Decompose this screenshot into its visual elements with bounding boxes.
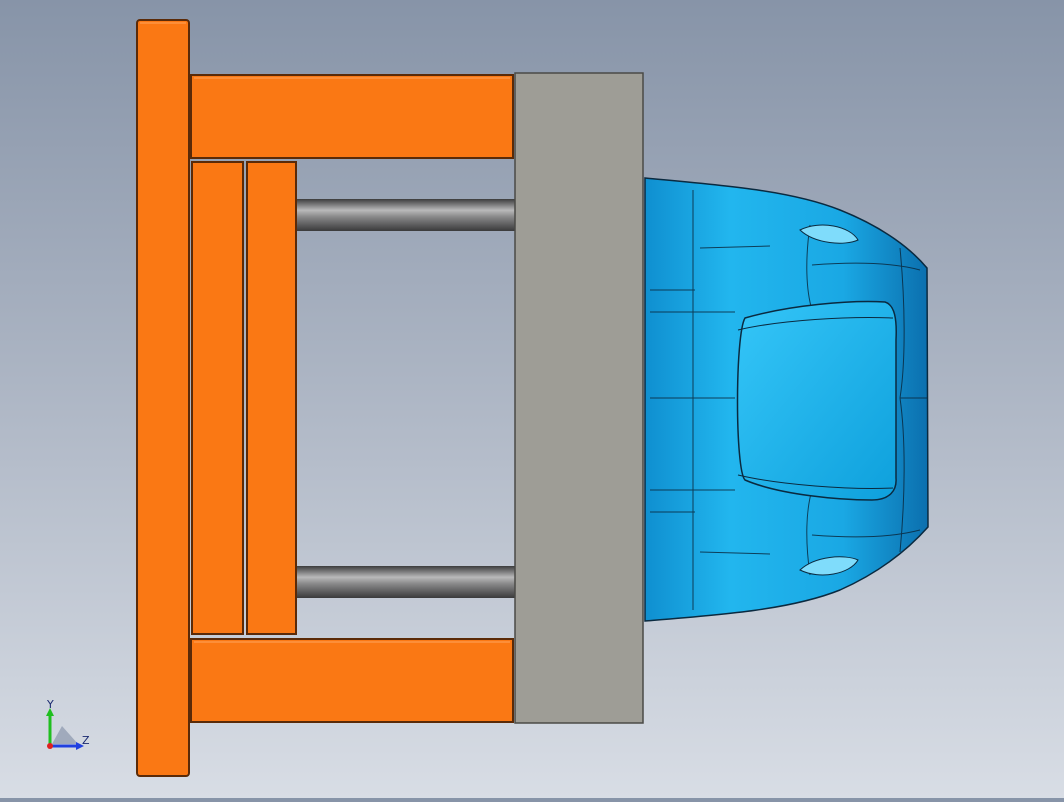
coordinate-triad: Y Z [38,698,98,758]
frame-vertical-plate[interactable] [136,19,190,777]
frame-inner-block-2[interactable] [246,161,297,635]
mold-plate[interactable] [514,72,644,724]
frame-inner-block-1[interactable] [191,161,244,635]
model-view[interactable] [0,0,1064,798]
molded-part[interactable] [644,177,929,622]
x-axis-dot [47,743,53,749]
y-axis-label: Y [47,698,54,711]
frame-top-arm[interactable] [190,74,514,159]
z-axis-label: Z [82,734,90,747]
guide-rod-bottom[interactable] [297,566,517,598]
guide-rod-top[interactable] [297,199,517,231]
frame-bottom-arm[interactable] [190,638,514,723]
graphics-viewport[interactable] [0,0,1064,798]
